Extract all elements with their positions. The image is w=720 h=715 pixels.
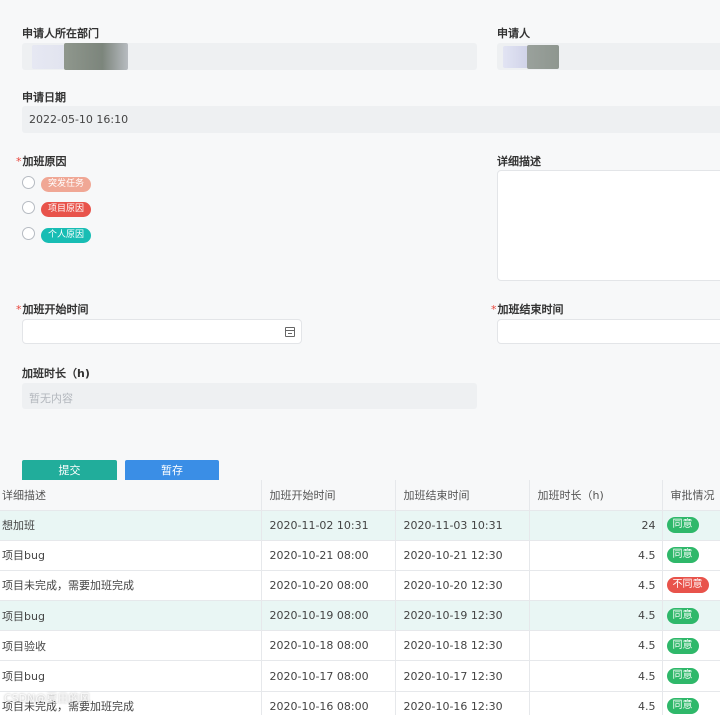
col-header-start[interactable]: 加班开始时间 [261, 480, 396, 511]
applicant-redacted-right [527, 45, 559, 69]
overtime-form: 申请人所在部门 申请人 申请日期 2022-05-10 16:10 *加班原因 … [0, 0, 720, 480]
cell-status: 同意 [662, 660, 720, 692]
description-textarea[interactable] [497, 170, 720, 281]
cell-start-time: 2020-10-16 08:00 [261, 691, 396, 715]
col-header-hours[interactable]: 加班时长（h) [529, 480, 663, 511]
cell-hours: 4.5 [529, 660, 663, 692]
tag-reason-personal[interactable]: 个人原因 [41, 228, 92, 243]
cell-end-time: 2020-10-17 12:30 [395, 660, 530, 692]
cell-hours: 4.5 [529, 630, 663, 662]
dept-label: 申请人所在部门 [22, 27, 99, 40]
overtime-history-table: 详细描述 加班开始时间 加班结束时间 加班时长（h) 审批情况 想加班 2020-… [0, 480, 720, 715]
end-time-picker[interactable] [497, 319, 720, 344]
date-field: 2022-05-10 16:10 [22, 106, 720, 133]
status-badge: 同意 [666, 517, 699, 534]
table-body: 想加班 2020-11-02 10:31 2020-11-03 10:31 24 同意项… [0, 510, 720, 715]
start-time-label-text: 加班开始时间 [22, 303, 89, 316]
cell-start-time: 2020-10-18 08:00 [261, 630, 396, 662]
cell-end-time: 2020-10-16 12:30 [395, 691, 530, 715]
applicant-field [497, 43, 720, 70]
app-window: 申请人所在部门 申请人 申请日期 2022-05-10 16:10 *加班原因 … [0, 0, 720, 715]
date-value: 2022-05-10 16:10 [29, 113, 129, 126]
cell-status: 同意 [662, 630, 720, 662]
draft-button[interactable]: 暂存 [125, 460, 219, 480]
col-header-status[interactable]: 审批情况 [662, 480, 720, 511]
cell-end-time: 2020-10-19 12:30 [395, 600, 530, 632]
required-mark: * [16, 155, 22, 168]
submit-button[interactable]: 提交 [22, 460, 117, 480]
cell-end-time: 2020-10-21 12:30 [395, 540, 530, 571]
table-row[interactable]: 项目bug 2020-10-21 08:00 2020-10-21 12:30 4.5… [0, 540, 720, 571]
applicant-redacted-left [503, 46, 529, 68]
table-header-row: 详细描述 加班开始时间 加班结束时间 加班时长（h) 审批情况 [0, 480, 720, 511]
cell-description: 项目bug [0, 600, 262, 632]
cell-status: 不同意 [662, 570, 720, 602]
cell-description: 想加班 [0, 510, 262, 541]
cell-start-time: 2020-11-02 10:31 [261, 510, 396, 541]
description-label: 详细描述 [497, 155, 541, 168]
end-time-label-text: 加班结束时间 [497, 303, 564, 316]
table-row[interactable]: 项目未完成，需要加班完成 2020-10-16 08:00 2020-10-16 1… [0, 691, 720, 715]
date-label: 申请日期 [22, 91, 66, 104]
radio-reason-urgent[interactable] [22, 176, 35, 189]
cell-status: 同意 [662, 510, 720, 541]
applicant-label: 申请人 [497, 27, 530, 40]
cell-start-time: 2020-10-19 08:00 [261, 600, 396, 632]
col-header-end[interactable]: 加班结束时间 [395, 480, 530, 511]
cell-description: 项目未完成，需要加班完成 [0, 570, 262, 602]
cell-hours: 4.5 [529, 570, 663, 602]
required-mark: * [16, 303, 22, 316]
radio-reason-personal[interactable] [22, 227, 35, 240]
calendar-icon[interactable] [285, 327, 295, 337]
table-row[interactable]: 项目bug 2020-10-17 08:00 2020-10-17 12:30 4.5… [0, 660, 720, 692]
cell-start-time: 2020-10-17 08:00 [261, 660, 396, 692]
cell-start-time: 2020-10-20 08:00 [261, 570, 396, 602]
cell-status: 同意 [662, 600, 720, 632]
cell-description: 项目验收 [0, 630, 262, 662]
cell-status: 同意 [662, 540, 720, 571]
status-badge: 同意 [666, 607, 699, 624]
duration-label: 加班时长（h) [22, 367, 90, 380]
tag-reason-project[interactable]: 项目原因 [41, 202, 92, 217]
watermark: CSDN@夏日的风 [4, 692, 91, 705]
cell-status: 同意 [662, 691, 720, 715]
tag-reason-urgent[interactable]: 突发任务 [41, 177, 92, 192]
status-badge: 同意 [666, 637, 699, 654]
status-badge: 同意 [666, 698, 699, 715]
cell-end-time: 2020-10-20 12:30 [395, 570, 530, 602]
cell-end-time: 2020-11-03 10:31 [395, 510, 530, 541]
cell-description: 项目bug [0, 540, 262, 571]
duration-field: 暂无内容 [22, 383, 477, 409]
start-time-label: *加班开始时间 [16, 301, 89, 317]
table-row[interactable]: 项目验收 2020-10-18 08:00 2020-10-18 12:30 4.5 同… [0, 630, 720, 662]
reason-label: *加班原因 [16, 153, 67, 169]
reason-label-text: 加班原因 [22, 155, 67, 168]
table-row[interactable]: 想加班 2020-11-02 10:31 2020-11-03 10:31 24 同意 [0, 510, 720, 541]
cell-hours: 4.5 [529, 600, 663, 632]
radio-reason-project[interactable] [22, 201, 35, 214]
cell-hours: 4.5 [529, 540, 663, 571]
status-badge: 同意 [666, 668, 699, 685]
status-badge: 不同意 [666, 577, 709, 594]
dept-field [22, 43, 477, 70]
table-row[interactable]: 项目未完成，需要加班完成 2020-10-20 08:00 2020-10-20 1… [0, 570, 720, 602]
table-row[interactable]: 项目bug 2020-10-19 08:00 2020-10-19 12:30 4.5… [0, 600, 720, 632]
dept-redacted-right [64, 43, 128, 70]
status-badge: 同意 [666, 547, 699, 564]
cell-end-time: 2020-10-18 12:30 [395, 630, 530, 662]
required-mark: * [491, 303, 497, 316]
cell-hours: 24 [529, 510, 663, 541]
col-header-description[interactable]: 详细描述 [0, 480, 262, 511]
cell-hours: 4.5 [529, 691, 663, 715]
cell-start-time: 2020-10-21 08:00 [261, 540, 396, 571]
duration-placeholder: 暂无内容 [29, 392, 73, 405]
start-time-picker[interactable] [22, 319, 302, 344]
cell-description: 项目bug [0, 660, 262, 692]
end-time-label: *加班结束时间 [491, 301, 564, 317]
